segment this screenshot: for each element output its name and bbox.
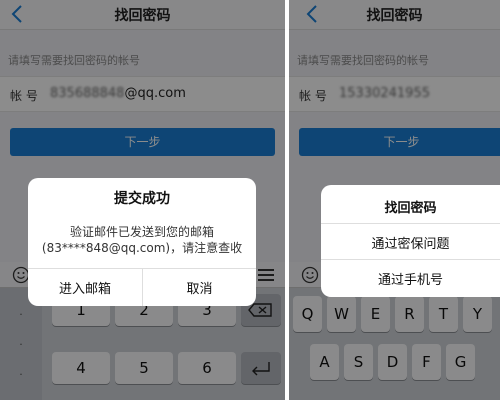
recovery-method-sheet: 找回密码 通过密保问题 通过手机号 xyxy=(321,185,500,297)
sheet-divider xyxy=(321,259,500,260)
dialog-title: 提交成功 xyxy=(114,191,170,207)
dialog-message-line1: 验证邮件已发送到您的邮箱 xyxy=(69,225,214,239)
cancel-button[interactable]: 取消 xyxy=(143,278,256,297)
phone-number-option[interactable]: 通过手机号 xyxy=(321,269,500,288)
left-phone-screen: 找回密码 请填写需要找回密码的帐号 帐 号 835688848@qq.com 下… xyxy=(0,0,285,400)
right-phone-screen: 找回密码 请填写需要找回密码的帐号 帐 号 15330241955 下一步 Q … xyxy=(289,0,500,400)
open-mailbox-button[interactable]: 进入邮箱 xyxy=(28,278,142,297)
sheet-divider xyxy=(321,223,500,224)
dialog-message-line2: (83****848@qq.com)，请注意查收 xyxy=(41,241,243,255)
submit-success-dialog: 提交成功 验证邮件已发送到您的邮箱 (83****848@qq.com)，请注意… xyxy=(28,178,256,306)
sheet-title: 找回密码 xyxy=(384,201,437,216)
security-question-option[interactable]: 通过密保问题 xyxy=(321,233,500,252)
